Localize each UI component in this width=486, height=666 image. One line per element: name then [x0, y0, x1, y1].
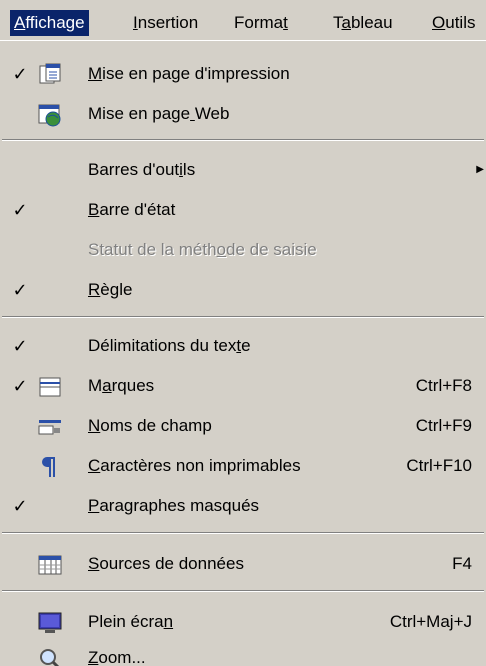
menu-tableau-label: Tableau [333, 13, 393, 32]
checkmark-icon: ✓ [12, 336, 28, 356]
menu-item-label: Caractères non imprimables [88, 456, 301, 475]
menu-item-status-bar[interactable]: ✓ Barre d'état [0, 190, 486, 230]
menu-tableau[interactable]: Tableau [329, 10, 397, 36]
menu-item-nonprinting-chars[interactable]: Caractères non imprimables Ctrl+F10 [0, 446, 486, 486]
menu-item-web-layout[interactable]: Mise en page Web [0, 94, 486, 134]
submenu-arrow-icon: ▶ [476, 164, 484, 175]
menu-item-bookmarks[interactable]: ✓ Marques Ctrl+F8 [0, 366, 486, 406]
menu-item-toolbars[interactable]: Barres d'outils ▶ [0, 150, 486, 190]
menu-bar: Affichage Insertion Format Tableau Outil… [0, 0, 486, 42]
menu-item-shortcut: Ctrl+F8 [415, 376, 472, 395]
menu-affichage[interactable]: Affichage [10, 10, 89, 36]
pilcrow-icon [38, 454, 62, 478]
menu-separator [2, 316, 484, 318]
menu-outils-label: Outils [432, 13, 476, 32]
menu-separator [2, 590, 484, 592]
checkmark-icon: ✓ [12, 496, 28, 516]
full-screen-icon [38, 610, 62, 634]
zoom-icon [38, 646, 62, 666]
menu-item-field-names[interactable]: Noms de champ Ctrl+F9 [0, 406, 486, 446]
menu-item-label: Paragraphes masqués [88, 496, 260, 515]
print-layout-icon [38, 62, 62, 86]
menu-item-data-sources[interactable]: Sources de données F4 [0, 544, 486, 584]
field-names-icon [38, 414, 62, 438]
menu-item-label: Plein écran [88, 612, 174, 631]
menu-item-label: Barres d'outils [88, 160, 196, 179]
menu-item-shortcut: Ctrl+Maj+J [389, 612, 472, 631]
menu-item-label: Mise en page d'impression [88, 64, 290, 83]
data-sources-icon [38, 552, 62, 576]
menu-item-full-screen[interactable]: Plein écran Ctrl+Maj+J [0, 602, 486, 642]
menu-separator [2, 139, 484, 141]
menu-item-label: Marques [88, 376, 155, 395]
menu-item-label: Zoom... [88, 648, 146, 666]
menu-insertion[interactable]: Insertion [129, 10, 202, 36]
menu-item-shortcut: Ctrl+F10 [406, 456, 472, 475]
menu-item-label: Noms de champ [88, 416, 212, 435]
menu-item-label: Délimitations du texte [88, 336, 251, 355]
menu-item-label: Mise en page Web [88, 104, 230, 123]
checkmark-icon: ✓ [12, 280, 28, 300]
menu-item-label: Sources de données [88, 554, 244, 573]
menu-item-shortcut: F4 [452, 554, 472, 573]
menu-item-text-boundaries[interactable]: ✓ Délimitations du texte [0, 326, 486, 366]
menu-item-label: Statut de la méthode de saisie [88, 240, 317, 259]
menu-affichage-label: Affichage [14, 13, 85, 32]
menu-item-zoom[interactable]: Zoom... [0, 638, 486, 666]
menu-item-label: Règle [88, 280, 133, 299]
menu-item-shortcut: Ctrl+F9 [415, 416, 472, 435]
menu-format[interactable]: Format [230, 10, 292, 36]
checkmark-icon: ✓ [12, 376, 28, 396]
menu-item-label: Barre d'état [88, 200, 176, 219]
checkmark-icon: ✓ [12, 200, 28, 220]
web-layout-icon [38, 102, 62, 127]
menu-separator [2, 532, 484, 534]
checkmark-icon: ✓ [12, 64, 28, 84]
menu-item-hidden-paragraphs[interactable]: ✓ Paragraphes masqués [0, 486, 486, 526]
bookmarks-icon [38, 374, 62, 398]
menu-insertion-label: Insertion [133, 13, 199, 32]
menu-format-label: Format [234, 13, 288, 32]
menu-item-print-layout[interactable]: ✓ Mise en page d'impression [0, 54, 486, 94]
menu-item-input-method-status: Statut de la méthode de saisie [0, 230, 486, 270]
affichage-dropdown: ✓ Mise en page d'impression Mise en page… [0, 40, 486, 666]
menu-outils[interactable]: Outils [428, 10, 479, 36]
menu-item-ruler[interactable]: ✓ Règle [0, 270, 486, 310]
